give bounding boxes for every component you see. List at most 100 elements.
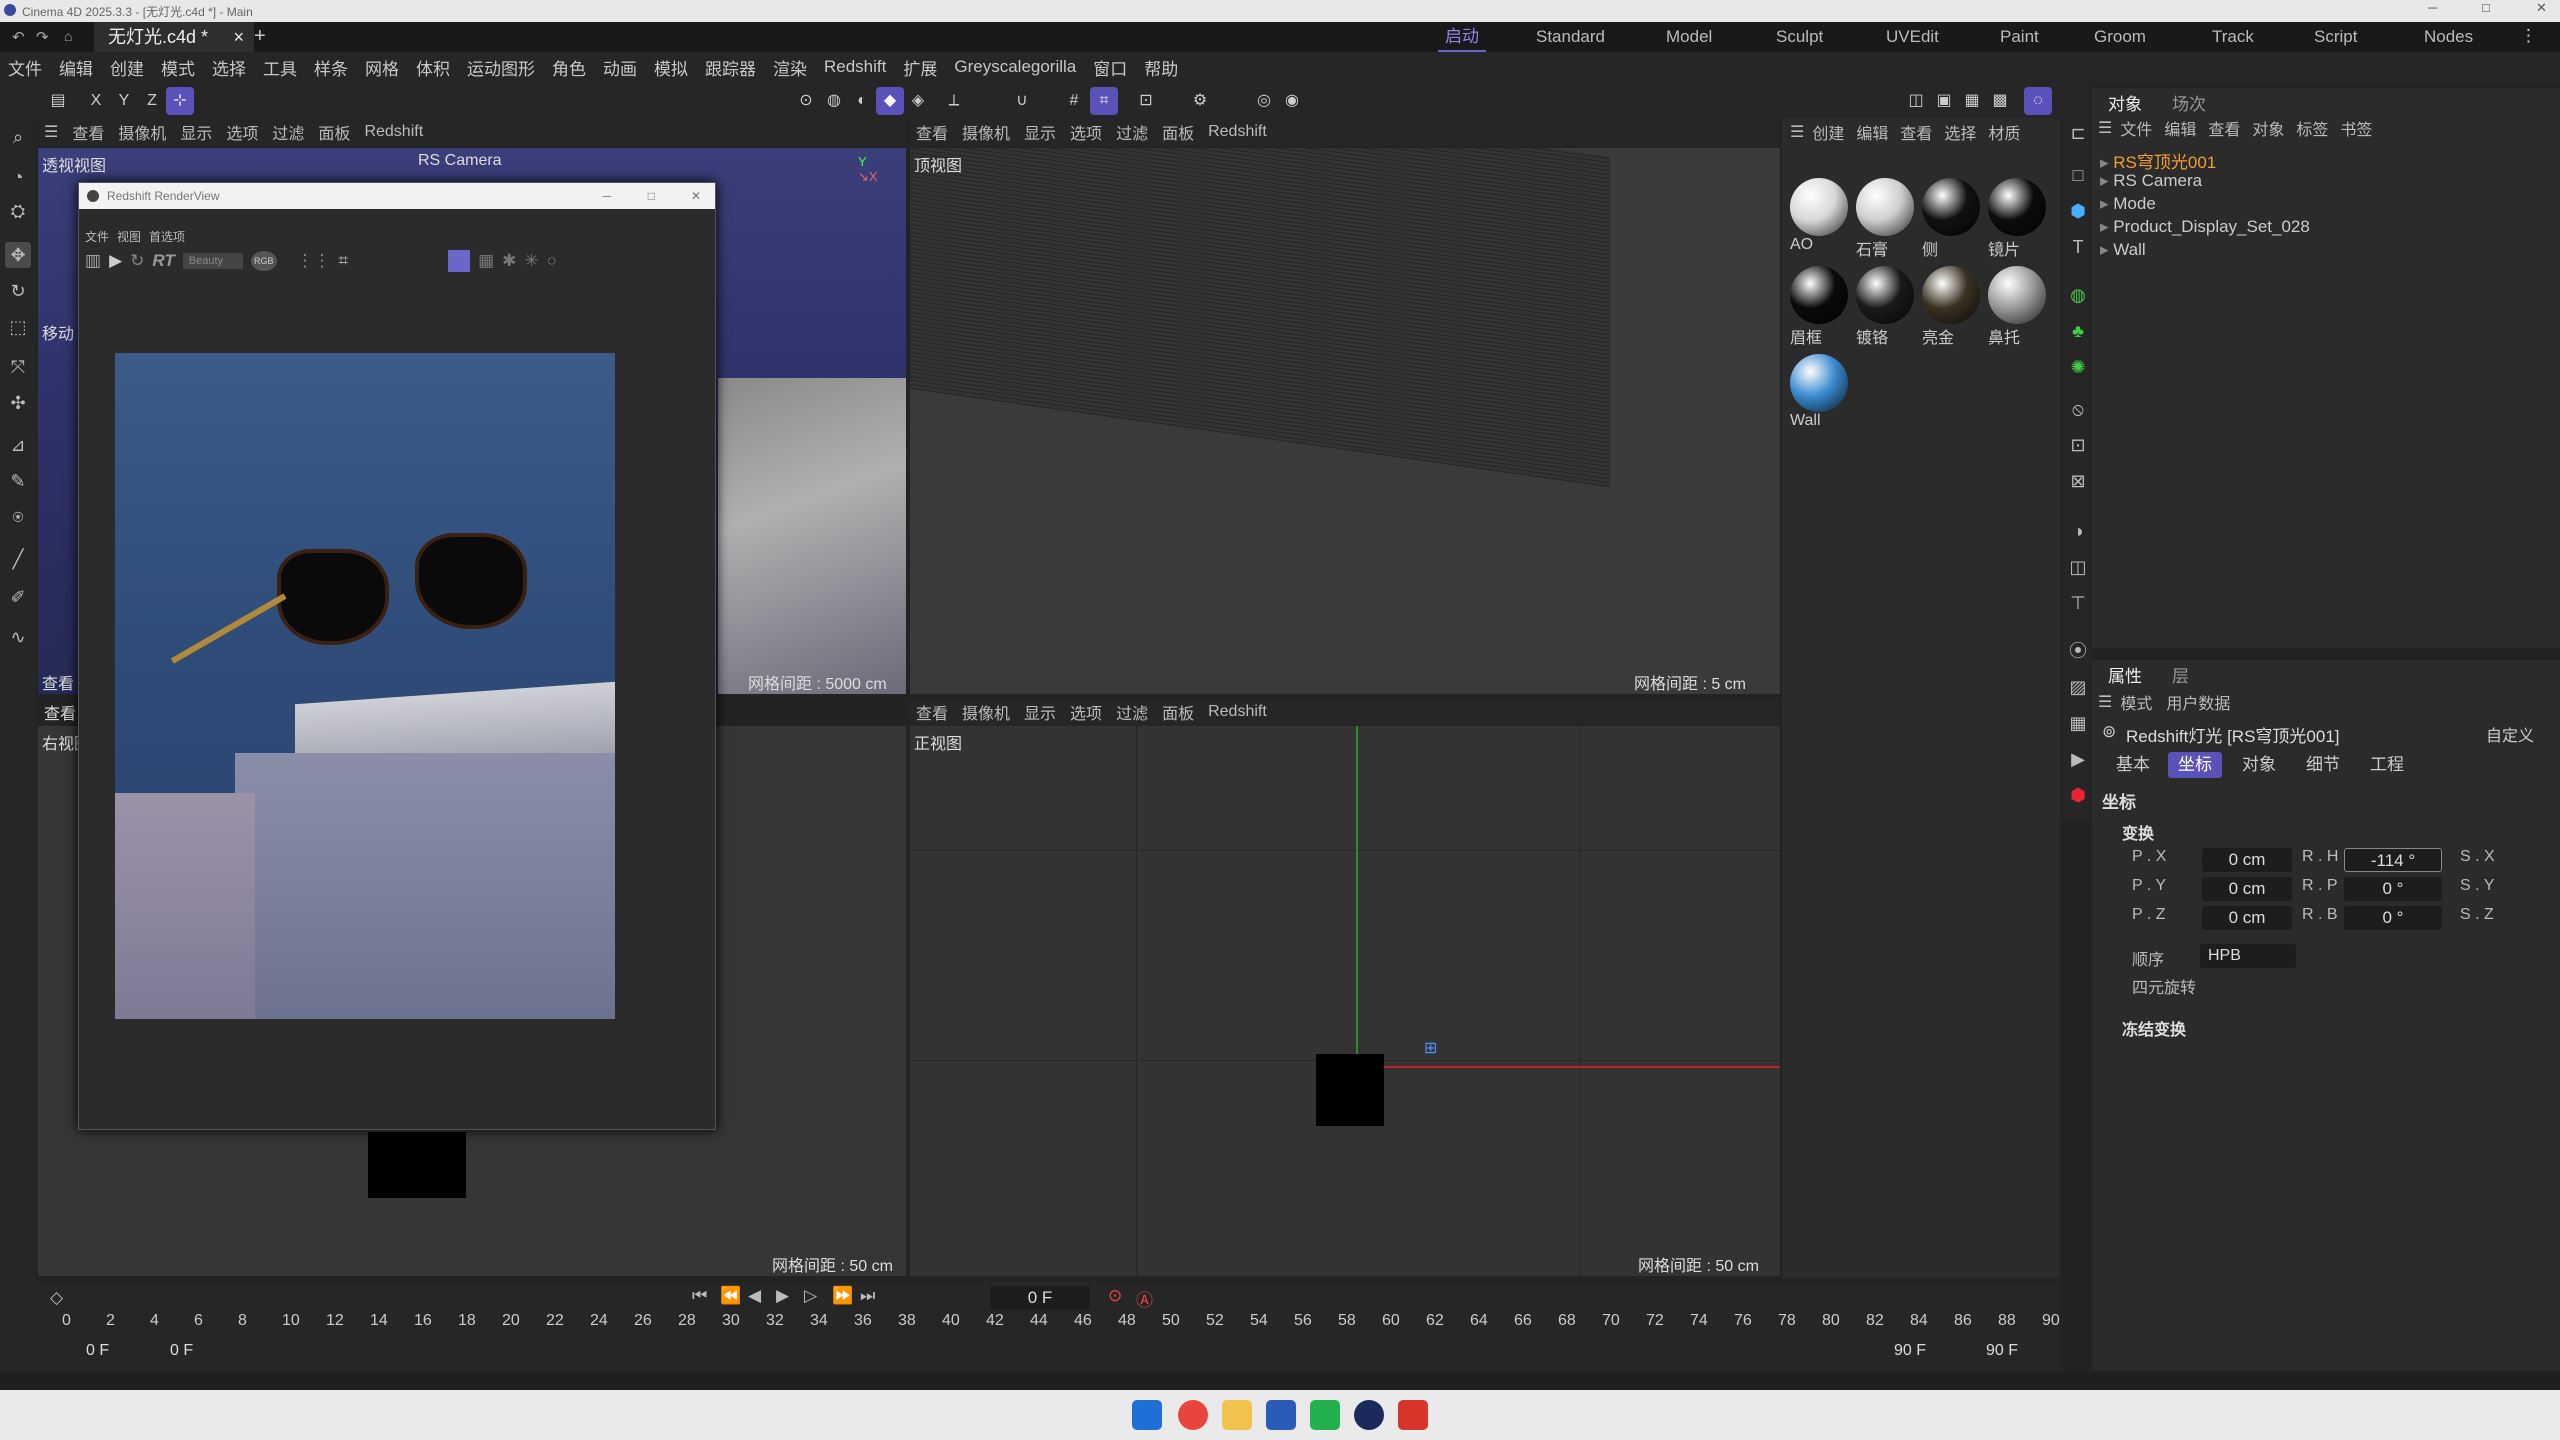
material-menu-view[interactable]: 查看	[1900, 120, 1932, 144]
layout-tab-script[interactable]: Script	[2314, 22, 2357, 52]
renderview-titlebar[interactable]: Redshift RenderView ─ □ ✕	[79, 183, 715, 209]
persp-menu-options[interactable]: 选项	[226, 120, 258, 144]
renderview-rgb-icon[interactable]: RGB	[251, 251, 277, 271]
render-region-icon[interactable]: ◉	[1278, 87, 1306, 115]
layout-tab-uvedit[interactable]: UVEdit	[1886, 22, 1939, 52]
renderview-menu-view[interactable]: 视图	[117, 228, 141, 245]
obj-tab-objects[interactable]: 对象	[2108, 90, 2142, 115]
rotation-field[interactable]: 0 °	[2344, 906, 2442, 930]
light-tool-icon[interactable]: ⊤	[2065, 590, 2091, 616]
menu-render[interactable]: 渲染	[773, 55, 807, 80]
transform-icon[interactable]: ⤧	[5, 354, 31, 380]
material-item[interactable]: 侧	[1922, 178, 1980, 260]
attr-tab-layers[interactable]: 层	[2172, 662, 2189, 687]
renderview-maximize-icon[interactable]: □	[648, 183, 655, 209]
renderview-crop-icon[interactable]: ⌗	[339, 251, 349, 271]
renderview-tile-icon[interactable]: ▦	[478, 251, 494, 271]
freeze-transform-toggle[interactable]: 冻结变换	[2122, 1016, 2186, 1040]
camera-tool-icon[interactable]: ◫	[2065, 554, 2091, 580]
picture-viewer-icon[interactable]: ▦	[1958, 87, 1986, 115]
renderview-minimize-icon[interactable]: ─	[602, 183, 611, 209]
lasso-icon[interactable]: ⊿	[5, 432, 31, 458]
position-field[interactable]: 0 cm	[2202, 877, 2292, 901]
minimize-icon[interactable]: ─	[2428, 0, 2437, 15]
object-row[interactable]: ▸ Mode	[2100, 194, 2156, 216]
quantize-icon[interactable]: ⊡	[1132, 87, 1160, 115]
material-item[interactable]: 镜片	[1988, 178, 2046, 260]
sculpt-icon[interactable]: ⍟	[5, 504, 31, 530]
renderview-refresh-icon[interactable]: ↻	[130, 251, 144, 271]
new-tab-button[interactable]: +	[254, 25, 266, 48]
prev-frame-icon[interactable]: ◀	[748, 1286, 761, 1306]
snap-grid-icon[interactable]: #	[1060, 87, 1088, 115]
document-tab[interactable]: 无灯光.c4d * ×	[94, 22, 254, 52]
layout-tab-model[interactable]: Model	[1666, 22, 1712, 52]
renderview-aov-select[interactable]: Beauty	[182, 253, 243, 269]
renderview-bokeh-icon[interactable]: ✳	[524, 251, 538, 271]
text-icon[interactable]: T	[2065, 234, 2091, 260]
redshift-renderview-window[interactable]: Redshift RenderView ─ □ ✕ 文件 视图 首选项 ▥ ▶ …	[78, 182, 716, 1130]
top-menu-panel[interactable]: 面板	[1162, 120, 1194, 144]
rotation-field[interactable]: 0 °	[2344, 877, 2442, 901]
menu-tools[interactable]: 工具	[263, 55, 297, 80]
layout-tab-standard[interactable]: Standard	[1536, 22, 1605, 52]
object-row[interactable]: ▸ RS Camera	[2100, 171, 2202, 193]
magnet-icon[interactable]: ∪	[1008, 87, 1036, 115]
menu-edit[interactable]: 编辑	[59, 55, 93, 80]
material-menu-icon[interactable]: ☰	[1790, 122, 1804, 142]
document-tab-close-icon[interactable]: ×	[233, 22, 244, 52]
layout-tab-track[interactable]: Track	[2212, 22, 2254, 52]
attr-tab-project[interactable]: 工程	[2360, 752, 2414, 778]
persp-camera-label[interactable]: RS Camera	[418, 152, 502, 170]
transform-group-toggle[interactable]: 变换	[2122, 820, 2154, 844]
primitive-icon[interactable]: ⬢	[2065, 198, 2091, 224]
attr-tab-basic[interactable]: 基本	[2106, 752, 2160, 778]
select-icon[interactable]: ◔	[5, 164, 31, 190]
play-render-icon[interactable]: ▶	[2065, 746, 2091, 772]
axis-mode-icon[interactable]: ⟂	[940, 87, 968, 115]
menu-simulate[interactable]: 模拟	[654, 55, 688, 80]
renderview-bucket-icon[interactable]: ✱	[502, 251, 516, 271]
layout-tab-paint[interactable]: Paint	[2000, 22, 2039, 52]
measure-icon[interactable]: ⦿	[2065, 638, 2091, 664]
render-view-icon[interactable]: ◎	[1250, 87, 1278, 115]
persp-menu-redshift[interactable]: Redshift	[364, 123, 423, 141]
viewport-menu-icon[interactable]: ☰	[44, 122, 58, 142]
attr-tab-coord[interactable]: 坐标	[2168, 752, 2222, 778]
menu-mesh[interactable]: 网格	[365, 55, 399, 80]
layout-icon[interactable]: ▤	[44, 87, 72, 115]
viewport-top[interactable]	[910, 148, 1780, 694]
layout-tab-sculpt[interactable]: Sculpt	[1776, 22, 1823, 52]
renderview-circle-icon[interactable]: ○	[547, 251, 557, 271]
top-menu-filter[interactable]: 过滤	[1116, 120, 1148, 144]
menu-character[interactable]: 角色	[552, 55, 586, 80]
undo-icon[interactable]: ↶	[12, 28, 25, 46]
poly-mode-icon[interactable]: ◐	[848, 87, 876, 115]
attr-menu-icon[interactable]: ☰	[2098, 692, 2112, 712]
material-item[interactable]: 镀铬	[1856, 266, 1914, 348]
menu-create[interactable]: 创建	[110, 55, 144, 80]
top-menu-display[interactable]: 显示	[1024, 120, 1056, 144]
persp-menu-view[interactable]: 查看	[72, 120, 104, 144]
menu-file[interactable]: 文件	[8, 55, 42, 80]
edge-mode-icon[interactable]: ◍	[820, 87, 848, 115]
object-menu-view[interactable]: 查看	[2208, 116, 2240, 140]
keyframe-icon[interactable]: ◇	[50, 1288, 63, 1308]
menu-animate[interactable]: 动画	[603, 55, 637, 80]
attr-tab-attributes[interactable]: 属性	[2108, 662, 2142, 687]
rotate-icon[interactable]: ↻	[5, 278, 31, 304]
object-icon[interactable]: ⊏	[2065, 120, 2091, 146]
menu-help[interactable]: 帮助	[1144, 55, 1178, 80]
menu-extensions[interactable]: 扩展	[903, 55, 937, 80]
cinema4d-taskbar-icon[interactable]	[1354, 1400, 1384, 1430]
persp-menu-camera[interactable]: 摄像机	[118, 120, 166, 144]
attr-tab-details[interactable]: 细节	[2296, 752, 2350, 778]
windows-start-icon[interactable]	[1132, 1400, 1162, 1430]
object-menu-edit[interactable]: 编辑	[2164, 116, 2196, 140]
object-menu-file[interactable]: 文件	[2120, 116, 2152, 140]
render-active-icon[interactable]: ▩	[1986, 87, 2014, 115]
home-icon[interactable]: ⌂	[64, 28, 72, 44]
cloner-icon[interactable]: ♣	[2065, 318, 2091, 344]
ipr-icon[interactable]: ▣	[1930, 87, 1958, 115]
rotation-field[interactable]: -114 °	[2344, 848, 2442, 872]
